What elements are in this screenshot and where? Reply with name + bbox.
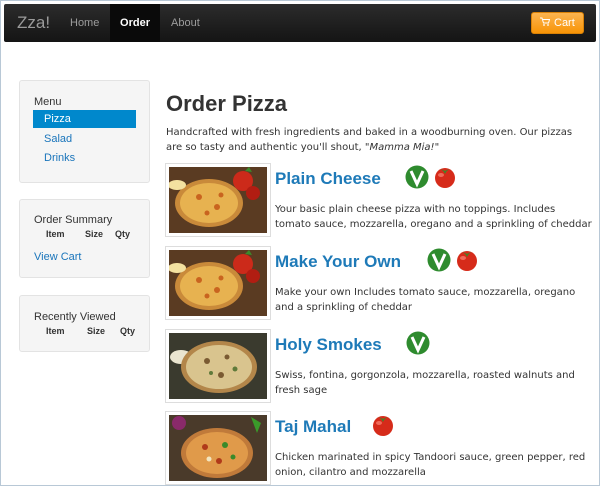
intro-emphasis: Mamma Mia!: [369, 142, 435, 153]
pizza-image[interactable]: [165, 411, 271, 485]
summary-col-qty: Qty: [115, 229, 131, 239]
recently-viewed-title: Recently Viewed: [34, 311, 116, 323]
menu-item-pizza[interactable]: Pizza: [33, 110, 136, 128]
summary-col-item: Item: [46, 229, 65, 239]
pizza-item-make-your-own[interactable]: Make Your Own Make your own Includes tom…: [165, 246, 595, 326]
menu-title: Menu: [34, 96, 62, 108]
pizza-description: Make your own Includes tomato sauce, moz…: [275, 287, 576, 313]
brand-logo[interactable]: Zza!: [17, 13, 50, 33]
order-summary-panel: Order Summary Item Size Qty View Cart: [19, 199, 150, 278]
nav-order[interactable]: Order: [110, 4, 160, 42]
pizza-name[interactable]: Holy Smokes: [275, 335, 382, 355]
recent-col-size: Size: [87, 326, 106, 336]
menu-item-salad[interactable]: Salad: [33, 130, 136, 148]
order-summary-title: Order Summary: [34, 214, 113, 226]
nav-home[interactable]: Home: [60, 4, 109, 42]
intro-text: Handcrafted with fresh ingredients and b…: [166, 127, 573, 153]
nav-about[interactable]: About: [161, 4, 210, 42]
cart-label: Cart: [554, 17, 575, 29]
pizza-name[interactable]: Make Your Own: [275, 252, 401, 272]
menu-item-drinks[interactable]: Drinks: [33, 149, 136, 167]
app-window: Zza! Home Order About Cart Menu Pizza Sa…: [0, 0, 600, 486]
recent-col-item: Item: [46, 326, 65, 336]
pizza-item-taj-mahal[interactable]: Taj Mahal Chicken marinated in spicy Tan…: [165, 411, 595, 485]
summary-col-size: Size: [85, 229, 104, 239]
pizza-description: Your basic plain cheese pizza with no to…: [275, 204, 592, 230]
page-title: Order Pizza: [166, 91, 288, 116]
vegetarian-icon: [406, 331, 430, 355]
recently-viewed-panel: Recently Viewed Item Size Qty: [19, 295, 150, 352]
navbar: Zza! Home Order About Cart: [4, 4, 596, 42]
vegetarian-icon: [427, 248, 451, 272]
pizza-item-plain-cheese[interactable]: Plain Cheese Your basic plain cheese piz…: [165, 163, 595, 243]
vegetarian-icon: [405, 165, 429, 189]
shopping-cart-icon: [540, 17, 553, 29]
pizza-description: Chicken marinated in spicy Tandoori sauc…: [275, 452, 586, 478]
pizza-name[interactable]: Taj Mahal: [275, 417, 351, 437]
tomato-icon: [457, 251, 477, 271]
menu-panel: Menu Pizza Salad Drinks: [19, 80, 150, 183]
pizza-image[interactable]: [165, 246, 271, 320]
cart-button[interactable]: Cart: [531, 12, 584, 34]
pizza-item-holy-smokes[interactable]: Holy Smokes Swiss, fontina, gorgonzola, …: [165, 329, 595, 409]
tomato-icon: [373, 416, 393, 436]
pizza-image[interactable]: [165, 329, 271, 403]
recent-col-qty: Qty: [120, 326, 136, 336]
tomato-icon: [435, 168, 455, 188]
view-cart-link[interactable]: View Cart: [34, 251, 81, 263]
pizza-image[interactable]: [165, 163, 271, 237]
pizza-name[interactable]: Plain Cheese: [275, 169, 381, 189]
pizza-description: Swiss, fontina, gorgonzola, mozzarella, …: [275, 370, 575, 396]
